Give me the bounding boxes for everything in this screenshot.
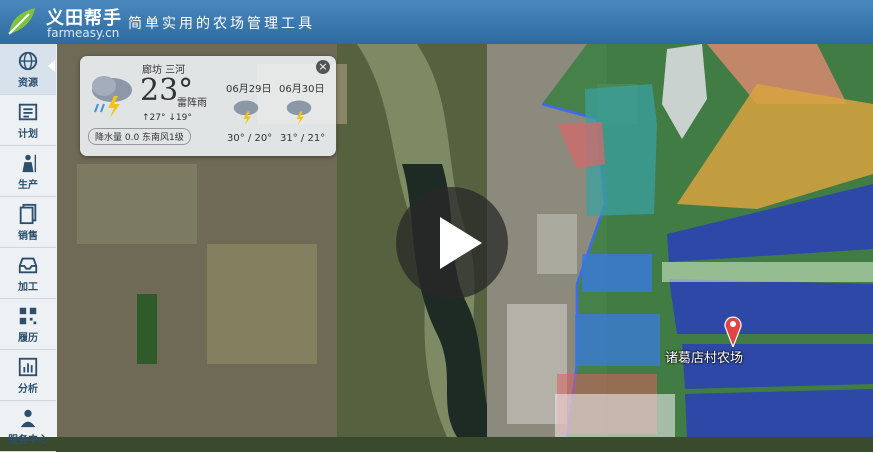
map-pin-icon[interactable] — [723, 315, 743, 347]
logo-icon — [8, 8, 35, 35]
weather-temp-range: ↑27° ↓19° — [142, 113, 192, 123]
thunderstorm-icon — [286, 100, 312, 126]
slogan: 简单实用的农场管理工具 — [128, 16, 315, 32]
nav-history[interactable]: 履历 — [0, 299, 56, 350]
forecast-temps: 30° / 20° — [227, 133, 273, 144]
forecast-date: 06月30日 — [279, 84, 325, 95]
nav-label: 资源 — [18, 77, 38, 89]
list-icon — [18, 103, 38, 120]
globe-icon — [18, 51, 38, 70]
qr-code-icon — [19, 307, 37, 324]
nav-service-center[interactable]: 服务中心 — [0, 401, 56, 452]
thunderstorm-icon — [92, 76, 132, 118]
sidebar-collapse-arrow[interactable] — [48, 60, 55, 72]
weather-panel: × 廊坊 三河 23° 雷阵雨 ↑27° ↓19° 降水量 0.0 东南风1级 … — [80, 56, 336, 156]
documents-icon — [19, 203, 37, 224]
farm-label[interactable]: 诸葛店村农场 — [665, 347, 743, 366]
app-header: 义田帮手 farmeasy.cn 简单实用的农场管理工具 — [0, 0, 873, 44]
nav-label: 服务中心 — [8, 434, 48, 446]
close-icon[interactable]: × — [316, 60, 330, 74]
weather-extra: 降水量 0.0 东南风1级 — [88, 128, 191, 145]
forecast-date: 06月29日 — [226, 84, 272, 95]
nav-label: 销售 — [18, 230, 38, 242]
support-person-icon — [20, 409, 36, 427]
brand-domain: farmeasy.cn — [47, 26, 120, 40]
nav-analysis[interactable]: 分析 — [0, 350, 56, 401]
inbox-icon — [18, 257, 38, 273]
sidebar: 资源 计划 生产 销售 加工 履历 分析 服务中心 — [0, 44, 58, 452]
bar-chart-icon — [18, 357, 38, 376]
thunderstorm-icon — [233, 100, 259, 126]
nav-label: 加工 — [18, 281, 38, 293]
nav-sales[interactable]: 销售 — [0, 197, 56, 248]
nav-production[interactable]: 生产 — [0, 146, 56, 197]
nav-label: 分析 — [18, 383, 38, 395]
forecast-temps: 31° / 21° — [280, 133, 326, 144]
nav-label: 履历 — [18, 332, 38, 344]
nav-processing[interactable]: 加工 — [0, 248, 56, 299]
nav-label: 生产 — [18, 179, 38, 191]
play-video-button[interactable] — [396, 187, 508, 299]
weather-condition: 雷阵雨 — [177, 98, 207, 109]
nav-plan[interactable]: 计划 — [0, 95, 56, 146]
farmer-icon — [22, 154, 37, 172]
nav-label: 计划 — [18, 128, 38, 140]
